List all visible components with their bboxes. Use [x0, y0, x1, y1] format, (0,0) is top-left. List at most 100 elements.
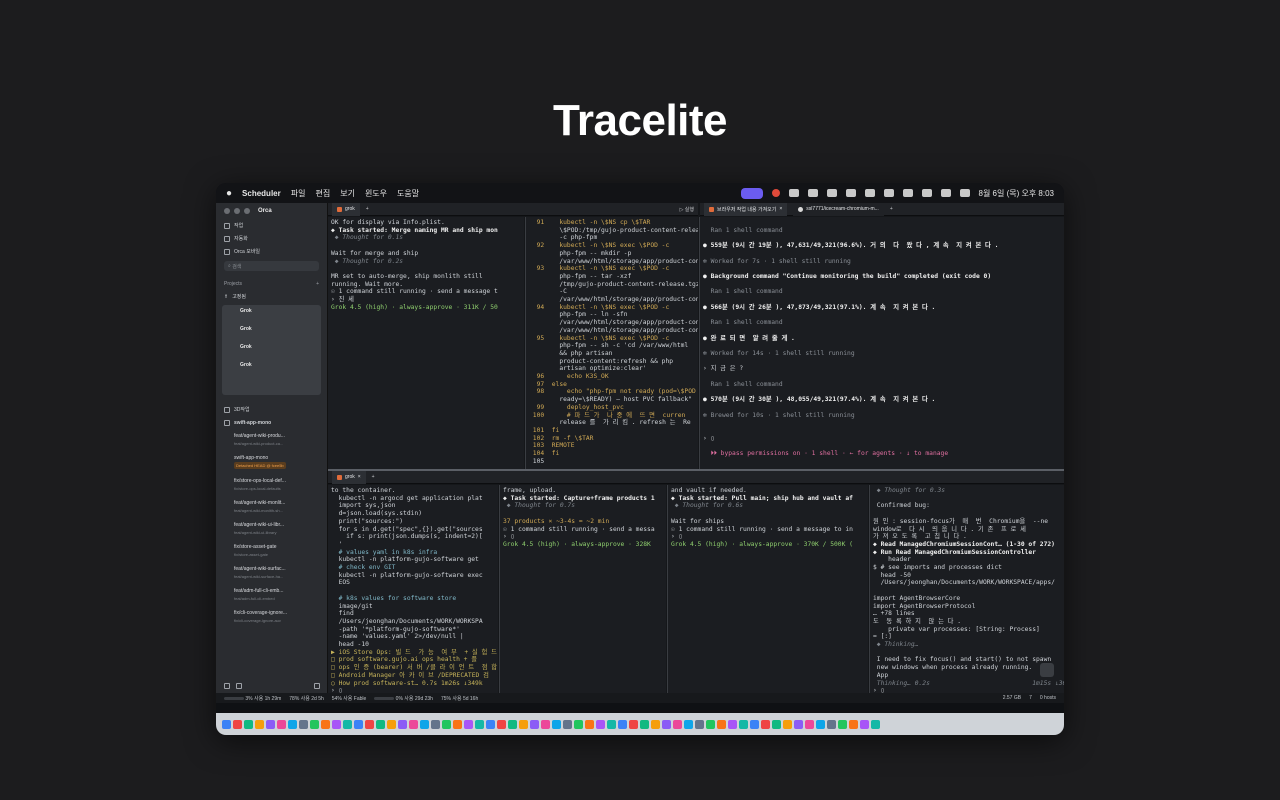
display-icon[interactable] — [826, 189, 837, 197]
dock-app-icon[interactable] — [442, 719, 451, 729]
sidebar-item-automation[interactable]: 자동화 — [216, 232, 327, 245]
worktree-item[interactable]: feat/agent-wiki-ui-libr... feat/agent-wik… — [216, 518, 327, 540]
help-icon[interactable] — [236, 683, 242, 689]
menu-file[interactable]: 파일 — [291, 188, 306, 199]
close-icon[interactable]: × — [779, 206, 782, 212]
pinned-item[interactable]: Grok — [226, 326, 317, 344]
person-icon[interactable] — [807, 189, 818, 197]
pinned-item[interactable]: Grok — [226, 308, 317, 326]
dock-app-icon[interactable] — [508, 719, 517, 729]
dock-app-icon[interactable] — [420, 719, 429, 729]
dock-app-icon[interactable] — [310, 719, 319, 729]
dock-app-icon[interactable] — [706, 719, 715, 729]
menu-window[interactable]: 윈도우 — [365, 188, 387, 199]
worktree-item[interactable]: feat/agent-wiki-monlit... feat/agent-wiki… — [216, 496, 327, 518]
hosts-readout[interactable]: 0 hosts — [1040, 695, 1056, 701]
sync-icon[interactable] — [864, 189, 875, 197]
wifi-icon[interactable] — [921, 189, 932, 197]
dock-app-icon[interactable] — [255, 719, 264, 729]
sidebar-item-mobile[interactable]: Orca 모바일 — [216, 245, 327, 258]
dock-app-icon[interactable] — [794, 719, 803, 729]
dock-app-icon[interactable] — [453, 719, 462, 729]
terminal-pane-c[interactable]: Ran 1 shell command ● 559분 (9시 간 19분 ), … — [700, 217, 1064, 469]
dock-app-icon[interactable] — [332, 719, 341, 729]
menu-help[interactable]: 도움말 — [397, 188, 419, 199]
terminal-pane-a[interactable]: OK for display via Info.plist. ◆ Task sta… — [328, 217, 524, 469]
dock-app-icon[interactable] — [266, 719, 275, 729]
menu-edit[interactable]: 편집 — [315, 188, 330, 199]
tab-grok-bottom[interactable]: grok × — [332, 470, 366, 484]
dock-app-icon[interactable] — [618, 719, 627, 729]
worktree-item[interactable]: feat/adm-full-cli-emb... feat/adm-full-cl… — [216, 584, 327, 606]
apple-icon[interactable]: ● — [226, 188, 232, 199]
dock-app-icon[interactable] — [431, 719, 440, 729]
terminal-pane-f[interactable]: and vault if needed. ◆ Task started: Pull… — [668, 485, 868, 693]
dock-app-icon[interactable] — [321, 719, 330, 729]
dock-app-icon[interactable] — [530, 719, 539, 729]
menubar-clock[interactable]: 8월 6일 (목) 오후 8:03 — [979, 188, 1055, 199]
settings-icon[interactable] — [224, 683, 230, 689]
dock-app-icon[interactable] — [772, 719, 781, 729]
dock-app-icon[interactable] — [860, 719, 869, 729]
worktree-item[interactable]: fix/store-ops-local-def... fix/store-ops-… — [216, 474, 327, 496]
tab-browser-import[interactable]: 브라우저 작업 내용 가져오기 × — [704, 202, 788, 216]
record-status-icon[interactable] — [771, 189, 780, 197]
dock-app-icon[interactable] — [244, 719, 253, 729]
dock-app-icon[interactable] — [805, 719, 814, 729]
dock-app-icon[interactable] — [497, 719, 506, 729]
new-tab-icon[interactable]: + — [372, 474, 375, 480]
dock-app-icon[interactable] — [662, 719, 671, 729]
dock-app-icon[interactable] — [596, 719, 605, 729]
dock-app-icon[interactable] — [486, 719, 495, 729]
dock-app-icon[interactable] — [288, 719, 297, 729]
sidebar-search-input[interactable]: ⌕ 검색 — [224, 261, 319, 271]
new-tab-icon[interactable]: + — [366, 206, 369, 212]
control-center-icon[interactable] — [959, 189, 970, 197]
terminal-pane-d[interactable]: to the container. kubectl -n argocd get … — [328, 485, 498, 693]
worktree-item[interactable]: feat/agent-wiki-surfac... feat/agent-wiki… — [216, 562, 327, 584]
dock-app-icon[interactable] — [387, 719, 396, 729]
window-close-button[interactable] — [224, 208, 230, 214]
worktree-item[interactable]: swift-app-mono Detached HEAD @ fcee5b — [216, 451, 327, 474]
dock-app-icon[interactable] — [519, 719, 528, 729]
dock-app-icon[interactable] — [849, 719, 858, 729]
worktree-item[interactable]: feat/agent-wiki-produ... feat/agent-wiki-… — [216, 429, 327, 451]
sidebar-item-tasks[interactable]: 작업 — [216, 219, 327, 232]
dock-app-icon[interactable] — [761, 719, 770, 729]
dock-app-icon[interactable] — [629, 719, 638, 729]
dock-app-icon[interactable] — [651, 719, 660, 729]
pinned-header[interactable]: ⇑ 고정됨 — [216, 290, 327, 303]
dock-app-icon[interactable] — [783, 719, 792, 729]
tab-github[interactable]: ssl7771/icecream-chromium-m... — [793, 202, 884, 216]
dock-app-icon[interactable] — [673, 719, 682, 729]
dock-app-icon[interactable] — [222, 719, 231, 729]
dock-app-icon[interactable] — [541, 719, 550, 729]
dock-app-icon[interactable] — [299, 719, 308, 729]
dock-app-icon[interactable] — [684, 719, 693, 729]
run-button[interactable]: ▷ 실행 — [680, 206, 694, 213]
dock-app-icon[interactable] — [343, 719, 352, 729]
window-minimize-button[interactable] — [234, 208, 240, 214]
dock-app-icon[interactable] — [563, 719, 572, 729]
scroll-to-bottom-button[interactable] — [1040, 663, 1054, 677]
group-header[interactable]: 3D작업 — [216, 403, 327, 416]
add-project-icon[interactable]: + — [316, 281, 319, 287]
dock-app-icon[interactable] — [827, 719, 836, 729]
dock-app-icon[interactable] — [695, 719, 704, 729]
dock-app-icon[interactable] — [838, 719, 847, 729]
dock-app-icon[interactable] — [233, 719, 242, 729]
dock-app-icon[interactable] — [728, 719, 737, 729]
binoculars-icon[interactable] — [788, 189, 799, 197]
app-status-icon[interactable] — [883, 189, 894, 197]
dock-app-icon[interactable] — [464, 719, 473, 729]
repo-header[interactable]: swift-app-mono — [216, 416, 327, 429]
close-icon[interactable]: × — [358, 474, 361, 480]
tab-grok-top[interactable]: grok — [332, 202, 360, 216]
dock-app-icon[interactable] — [475, 719, 484, 729]
dock-app-icon[interactable] — [277, 719, 286, 729]
dock-app-icon[interactable] — [574, 719, 583, 729]
dock-app-icon[interactable] — [585, 719, 594, 729]
dock-app-icon[interactable] — [398, 719, 407, 729]
terminal-pane-g[interactable]: ◆ Thought for 0.3s Confirmed bug: 원 인 : … — [870, 485, 1064, 693]
dock-app-icon[interactable] — [607, 719, 616, 729]
